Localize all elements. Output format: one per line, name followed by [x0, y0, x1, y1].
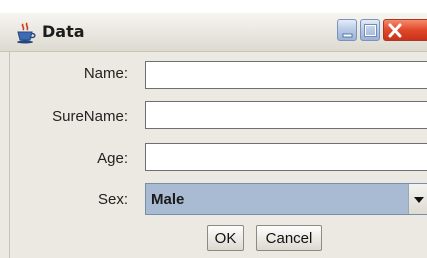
title-bar[interactable]: Data	[0, 13, 427, 52]
sex-label: Sex:	[97, 191, 128, 208]
sex-selected-value: Male	[151, 191, 185, 208]
maximize-icon	[364, 24, 377, 37]
name-label: Name:	[83, 65, 128, 82]
window-title: Data	[42, 22, 85, 41]
minimize-button[interactable]	[337, 19, 357, 41]
java-cup-icon	[15, 22, 37, 44]
sex-select[interactable]: Male	[145, 183, 427, 215]
surename-input[interactable]	[145, 101, 427, 129]
age-input[interactable]	[145, 143, 427, 171]
dropdown-arrow-icon[interactable]	[408, 184, 427, 214]
age-label: Age:	[97, 150, 128, 167]
minimize-icon	[342, 33, 353, 38]
name-input[interactable]	[145, 61, 427, 89]
cancel-button[interactable]: Cancel	[256, 225, 322, 251]
close-icon	[388, 23, 402, 38]
surename-label: SureName:	[52, 108, 128, 125]
dialog-window: Data	[0, 13, 427, 258]
close-button[interactable]	[383, 19, 427, 41]
maximize-button[interactable]	[360, 19, 380, 41]
ok-button[interactable]: OK	[207, 225, 244, 251]
